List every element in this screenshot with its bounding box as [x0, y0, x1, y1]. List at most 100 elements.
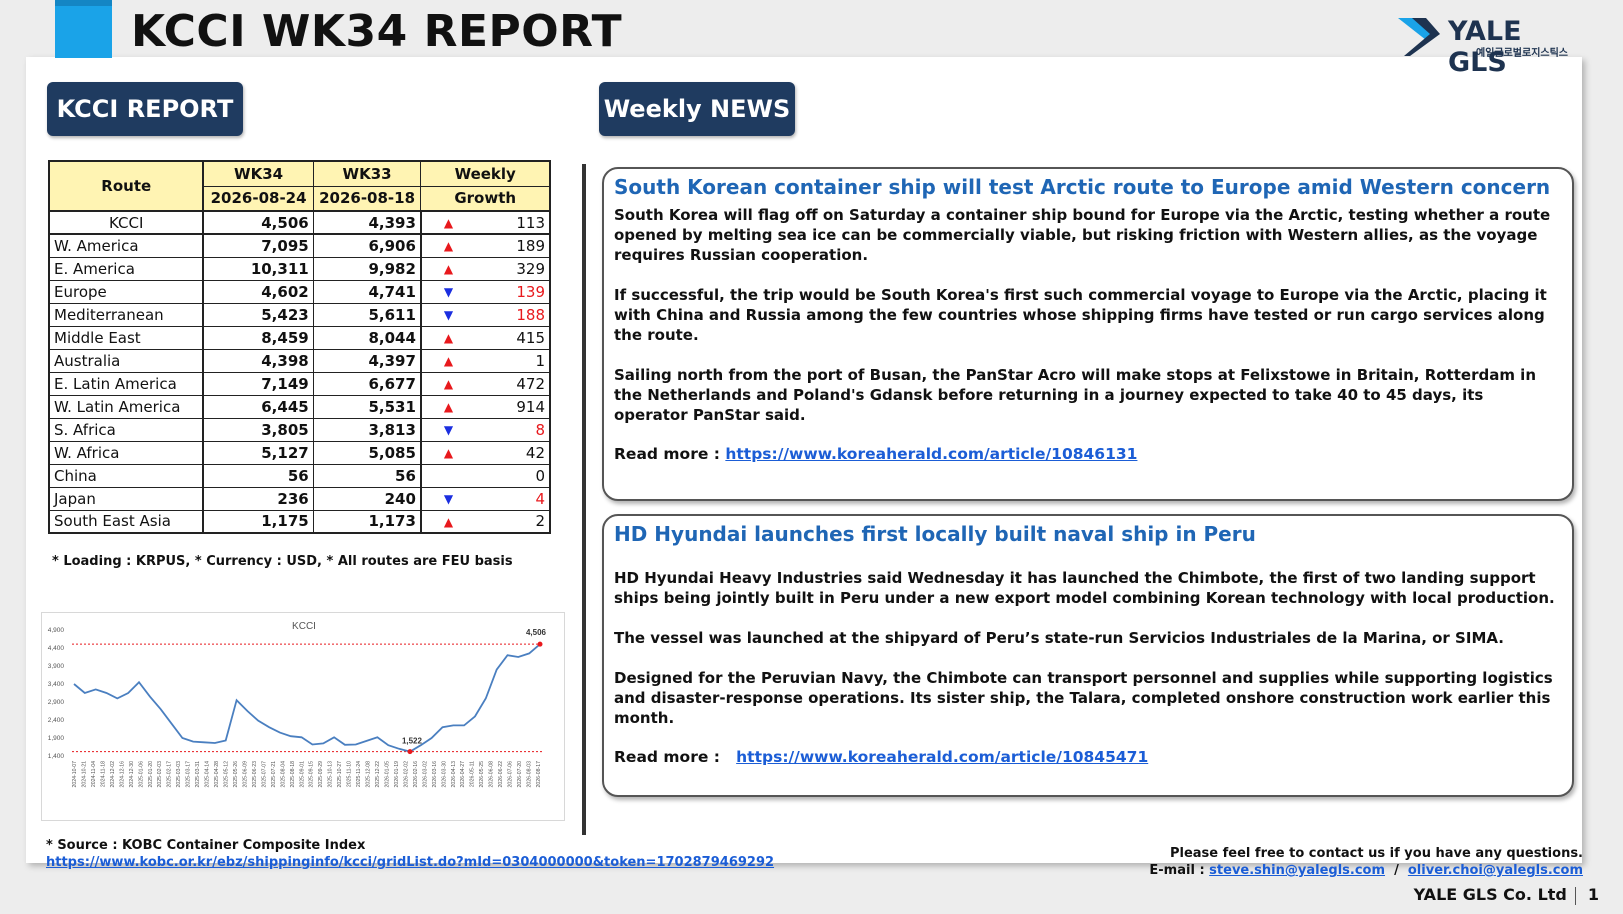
wk33-cell: 1,173: [312, 509, 422, 534]
contact-line: Please feel free to contact us if you ha…: [1169, 846, 1583, 861]
growth-cell: ▲ 415: [420, 325, 551, 350]
x-tick-label: 2025-05-12: [224, 761, 230, 788]
wk33-cell: 6,677: [312, 371, 422, 396]
table-row: Europe 4,602 4,741 ▼ 139: [48, 279, 551, 304]
x-tick-label: 2024-10-21: [81, 761, 87, 788]
x-tick-label: 2026-01-19: [394, 761, 400, 788]
read-more-label: Read more :: [614, 748, 737, 766]
growth-value: 139: [516, 282, 545, 301]
y-tick-label: 3,400: [48, 681, 65, 688]
x-tick-label: 2026-03-16: [432, 761, 438, 788]
x-tick-label: 2025-12-22: [375, 761, 381, 788]
growth-cell: ▲ 914: [420, 394, 551, 419]
growth-cell: ▲ 472: [420, 371, 551, 396]
wk34-cell: 56: [202, 463, 314, 488]
route-cell: China: [48, 463, 205, 488]
x-tick-label: 2025-12-08: [366, 761, 372, 788]
kcci-table-body: KCCI 4,506 4,393 ▲ 113 W. America 7,095 6,906 ▲ 1…: [47, 210, 552, 534]
x-tick-label: 2026-06-08: [489, 761, 495, 788]
route-cell: Mediterranean: [48, 302, 205, 327]
wk34-cell: 4,602: [202, 279, 314, 304]
yale-gls-logo-icon: [1398, 18, 1440, 56]
route-cell: Japan: [48, 486, 205, 511]
x-tick-label: 2025-10-27: [337, 761, 343, 788]
wk33-cell: 4,397: [312, 348, 422, 373]
kcci-report-section-label: KCCI REPORT: [47, 82, 243, 136]
up-arrow-icon: ▲: [443, 216, 454, 230]
growth-cell: ▼ 188: [420, 302, 551, 327]
x-tick-label: 2024-12-16: [119, 761, 125, 788]
route-cell: Europe: [48, 279, 205, 304]
x-tick-label: 2025-07-21: [271, 761, 277, 788]
route-cell: W. Latin America: [48, 394, 205, 419]
up-arrow-icon: ▲: [443, 330, 454, 345]
x-tick-label: 2025-11-24: [356, 761, 362, 787]
route-cell: S. Africa: [48, 417, 205, 442]
x-tick-label: 2025-08-04: [280, 761, 286, 788]
growth-cell: ▲ 2: [420, 509, 551, 534]
news-2-link[interactable]: https://www.koreaherald.com/article/1084…: [736, 748, 1148, 766]
growth-value: 329: [516, 259, 545, 278]
table-row: W. Africa 5,127 5,085 ▲ 42: [48, 440, 551, 465]
wk34-cell: 236: [202, 486, 314, 511]
wk34-cell: 8,459: [202, 325, 314, 350]
header-growth-top: Weekly: [420, 160, 551, 187]
x-tick-label: 2026-05-25: [479, 761, 485, 788]
growth-value: 0: [535, 466, 545, 485]
wk33-cell: 4,741: [312, 279, 422, 304]
wk33-cell: 4,393: [312, 210, 422, 235]
wk33-cell: 5,611: [312, 302, 422, 327]
table-row: China 56 56 0: [48, 463, 551, 488]
wk33-cell: 240: [312, 486, 422, 511]
growth-cell: ▲ 1: [420, 348, 551, 373]
x-tick-label: 2025-06-23: [252, 761, 258, 788]
x-tick-label: 2026-02-16: [413, 761, 419, 788]
wk34-cell: 5,423: [202, 302, 314, 327]
logo-korean-name: 예일글로벌로지스틱스: [1476, 48, 1568, 59]
x-tick-label: 2025-03-31: [195, 761, 201, 788]
x-tick-label: 2025-01-06: [138, 761, 144, 788]
y-tick-label: 1,400: [48, 753, 65, 760]
wk34-cell: 7,095: [202, 233, 314, 258]
x-tick-label: 2025-04-28: [214, 761, 220, 788]
x-tick-label: 2026-03-30: [441, 761, 447, 788]
x-tick-label: 2024-10-07: [72, 761, 78, 788]
news-1-link[interactable]: https://www.koreaherald.com/article/1084…: [725, 445, 1137, 463]
x-tick-label: 2025-06-09: [242, 761, 248, 788]
route-cell: E. Latin America: [48, 371, 205, 396]
x-tick-label: 2025-09-29: [318, 761, 324, 788]
news-2-paragraph: HD Hyundai Heavy Industries said Wednesd…: [614, 569, 1555, 607]
down-arrow-icon: ▼: [443, 284, 454, 299]
growth-cell: ▲ 329: [420, 256, 551, 281]
x-tick-label: 2026-08-17: [536, 761, 542, 788]
x-tick-label: 2026-02-02: [403, 761, 409, 788]
news-card-1: South Korean container ship will test Ar…: [602, 167, 1574, 501]
x-tick-label: 2026-05-11: [470, 761, 476, 787]
source-label: * Source : KOBC Container Composite Inde…: [46, 838, 366, 853]
news-2-title: HD Hyundai launches first locally built …: [614, 522, 1256, 546]
x-tick-label: 2025-08-18: [290, 761, 296, 788]
growth-cell: ▲ 189: [420, 233, 551, 258]
x-tick-label: 2026-07-20: [517, 761, 523, 788]
header-wk34: WK34: [202, 160, 314, 187]
growth-value: 415: [516, 328, 545, 347]
route-cell: W. Africa: [48, 440, 205, 465]
growth-value: 914: [516, 397, 545, 416]
contact-block: Please feel free to contact us if you ha…: [1149, 845, 1583, 879]
contact-emails: E-mail : steve.shin@yalegls.com / oliver…: [1149, 862, 1583, 879]
header-wk33-date: 2026-08-18: [312, 185, 422, 212]
max-point: [537, 641, 543, 647]
source-link[interactable]: https://www.kobc.or.kr/ebz/shippinginfo/…: [46, 855, 774, 870]
wk34-cell: 4,398: [202, 348, 314, 373]
email-link-oliver[interactable]: oliver.choi@yalegls.com: [1408, 863, 1583, 878]
footer-company: YALE GLS Co. Ltd: [1413, 885, 1567, 904]
table-row: S. Africa 3,805 3,813 ▼ 8: [48, 417, 551, 442]
up-arrow-icon: ▲: [443, 239, 454, 253]
x-tick-label: 2025-10-13: [328, 761, 334, 788]
news-2-paragraph: Designed for the Peruvian Navy, the Chim…: [614, 669, 1553, 727]
up-arrow-icon: ▲: [443, 353, 454, 368]
read-more-label: Read more :: [614, 445, 726, 463]
email-link-steve[interactable]: steve.shin@yalegls.com: [1209, 863, 1385, 878]
x-tick-label: 2025-03-03: [176, 761, 182, 788]
kcci-series-line: [73, 643, 541, 753]
